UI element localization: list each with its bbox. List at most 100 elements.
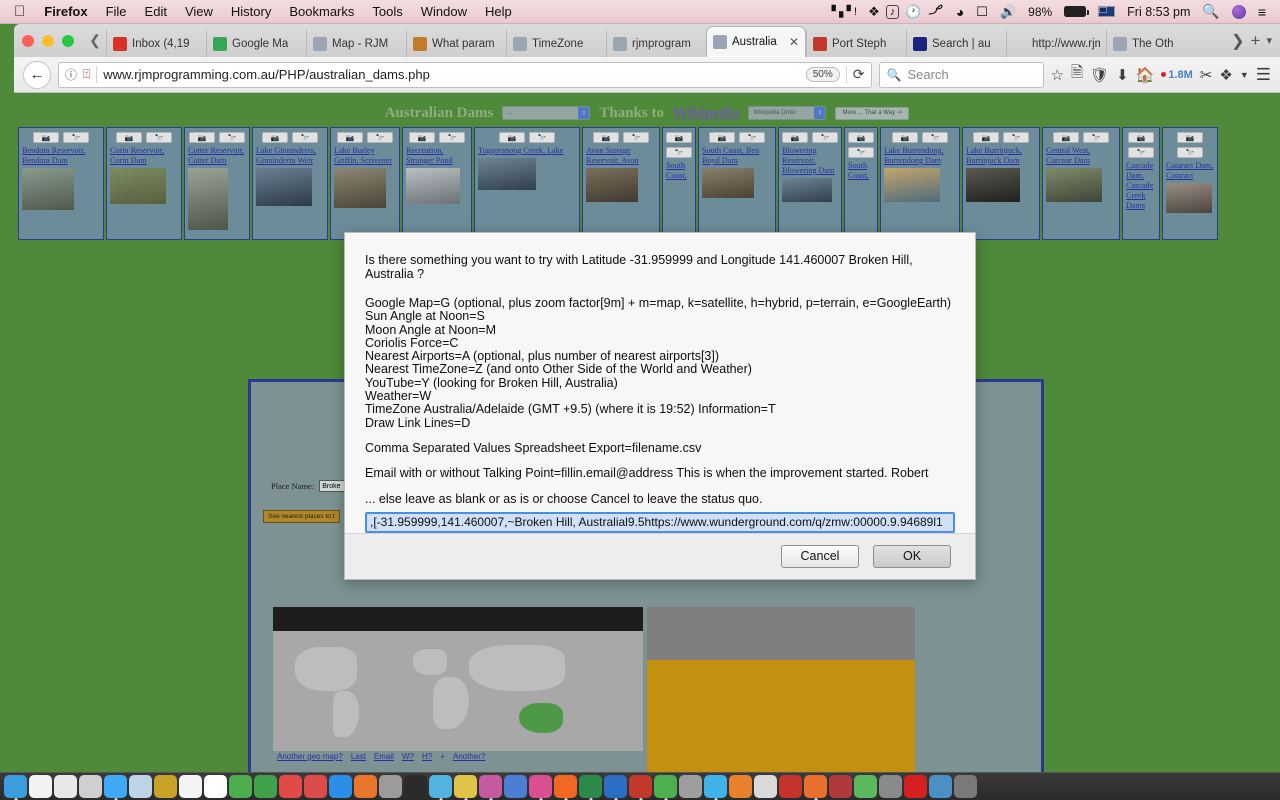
browser-tab-2[interactable]: Map - RJM — [306, 30, 406, 57]
apple-logo-icon[interactable]:  — [8, 4, 35, 19]
timemachine-icon[interactable]: 🕐 — [899, 4, 927, 20]
search-input[interactable]: Search — [907, 67, 948, 82]
camera-icon[interactable]: 📷 — [973, 132, 999, 143]
binoculars-icon[interactable]: 🔭 — [146, 132, 172, 143]
menubar-clock[interactable]: Fri 8:53 pm — [1121, 5, 1196, 19]
prompt-input[interactable] — [365, 511, 955, 533]
music-icon[interactable] — [529, 775, 552, 798]
safari-icon[interactable] — [104, 775, 127, 798]
australia-flag-icon[interactable] — [1092, 6, 1121, 17]
binoculars-icon[interactable]: 🔭 — [1177, 147, 1203, 158]
camera-icon[interactable]: 📷 — [499, 132, 525, 143]
dam-thumbnail[interactable] — [782, 178, 832, 202]
binoculars-icon[interactable]: 🔭 — [623, 132, 649, 143]
order-select[interactable]: Wikipedia Order ↕ — [748, 106, 827, 120]
bookmark-star-icon[interactable]: ☆ — [1051, 66, 1064, 84]
itunes-icon[interactable] — [379, 775, 402, 798]
help-icon[interactable] — [879, 775, 902, 798]
camera-icon[interactable]: 📷 — [666, 132, 692, 143]
home-icon[interactable]: 🏠 — [1136, 66, 1155, 84]
dam-card-link[interactable]: Recreation, Stranger Pond — [406, 146, 468, 166]
camera-icon[interactable]: 📷 — [1177, 132, 1203, 143]
camera-icon[interactable]: 📷 — [116, 132, 142, 143]
siri-icon[interactable] — [1226, 4, 1252, 19]
textedit-icon[interactable] — [29, 775, 52, 798]
dam-thumbnail[interactable] — [586, 168, 638, 202]
dam-card-link[interactable]: Lake Burley Griffin, Scrivener — [334, 146, 396, 166]
cancel-button[interactable]: Cancel — [781, 544, 859, 568]
geo-link-5[interactable]: + — [440, 752, 445, 761]
new-tab-button[interactable]: + — [1251, 31, 1261, 51]
dam-thumbnail[interactable] — [406, 168, 460, 204]
reader-icon[interactable] — [779, 775, 802, 798]
android-studio-icon[interactable] — [854, 775, 877, 798]
dam-card-link[interactable]: Lake Burrendong, Burrendong Dam — [884, 146, 956, 166]
url-text[interactable]: www.rjmprogramming.com.au/PHP/australian… — [103, 67, 430, 82]
reload-button[interactable]: ⟳ — [853, 66, 865, 83]
geo-link-0[interactable]: Another geo map? — [277, 752, 343, 761]
dam-thumbnail[interactable] — [22, 168, 74, 210]
preview-icon[interactable] — [129, 775, 152, 798]
reader-view-icon[interactable]: 🗎 — [1071, 62, 1083, 87]
downloads-arrow-icon[interactable]: ⬇ — [1116, 66, 1129, 84]
menu-item-bookmarks[interactable]: Bookmarks — [280, 4, 363, 19]
camera-icon[interactable]: 📷 — [409, 132, 435, 143]
dam-card[interactable]: 📷 🔭 Avon Storage Reservoir, Avon — [582, 127, 660, 240]
dropbox-icon[interactable]: ❖ — [862, 4, 886, 20]
finder-icon[interactable] — [4, 775, 27, 798]
battery-icon[interactable] — [1058, 6, 1092, 17]
binoculars-icon[interactable]: 🔭 — [292, 132, 318, 143]
dam-thumbnail[interactable] — [884, 168, 940, 202]
back-button[interactable]: ← — [23, 60, 51, 89]
binoculars-icon[interactable]: 🔭 — [63, 132, 89, 143]
firefox-icon[interactable] — [804, 775, 827, 798]
avast-icon[interactable] — [554, 775, 577, 798]
question-icon[interactable] — [954, 775, 977, 798]
dam-card[interactable]: 📷 🔭 Cataract Dam, Cataract — [1162, 127, 1218, 240]
terminal-icon[interactable] — [404, 775, 427, 798]
browser-tab-5[interactable]: rjmprogram — [606, 30, 706, 57]
camera-icon[interactable]: 📷 — [892, 132, 918, 143]
url-bar[interactable]: ⓘ ⍐ www.rjmprogramming.com.au/PHP/austra… — [58, 61, 872, 88]
bluetooth-icon[interactable]: 𐋲 — [927, 1, 949, 23]
binoculars-icon[interactable]: 🔭 — [219, 132, 245, 143]
camera-icon[interactable]: 📷 — [1053, 132, 1079, 143]
geo-link-4[interactable]: H? — [422, 752, 432, 761]
camera-icon[interactable]: 📷 — [189, 132, 215, 143]
safari-compass-icon[interactable] — [79, 775, 102, 798]
launchpad-icon[interactable] — [304, 775, 327, 798]
close-icon[interactable]: ✕ — [789, 35, 799, 49]
geo-link-1[interactable]: Last — [351, 752, 366, 761]
camera-icon[interactable]: 📷 — [709, 132, 735, 143]
tracking-protection-icon[interactable]: ⍐ — [83, 67, 90, 82]
dam-card-link[interactable]: Bendora Reservoir, Bendora Dam — [22, 146, 100, 166]
dam-card[interactable]: 📷 🔭 Cascade Dam, Cascade Creek Dams — [1122, 127, 1160, 240]
signal-icon[interactable]: ▘▖▘! — [826, 5, 862, 18]
dam-card-link[interactable]: Cascade Dam, Cascade Creek Dams — [1126, 161, 1156, 211]
camera-icon[interactable]: 📷 — [33, 132, 59, 143]
binoculars-icon[interactable]: 🔭 — [1083, 132, 1109, 143]
calendar-icon[interactable] — [204, 775, 227, 798]
menu-item-file[interactable]: File — [97, 4, 136, 19]
binoculars-icon[interactable]: 🔭 — [922, 132, 948, 143]
editor-icon[interactable] — [504, 775, 527, 798]
dam-card-link[interactable]: Cataract Dam, Cataract — [1166, 161, 1214, 181]
scroll-tabs-right-button[interactable]: ❯ — [1231, 31, 1244, 51]
word-icon[interactable] — [604, 775, 627, 798]
opera-icon[interactable] — [904, 775, 927, 798]
virtualbox-icon[interactable] — [929, 775, 952, 798]
dam-card[interactable]: 📷 🔭 South Coast, — [844, 127, 878, 240]
binoculars-icon[interactable]: 🔭 — [529, 132, 555, 143]
dam-card[interactable]: 📷 🔭 Lake Ginninderra, Ginninderra Weir — [252, 127, 328, 240]
browser-tab-7[interactable]: Port Steph — [806, 30, 906, 57]
menu-item-help[interactable]: Help — [476, 4, 521, 19]
filezilla-icon[interactable] — [629, 775, 652, 798]
dam-card[interactable]: 📷 🔭 Corin Reservoir, Corin Dam — [106, 127, 182, 240]
dam-thumbnail[interactable] — [110, 168, 166, 204]
vlc-icon[interactable] — [729, 775, 752, 798]
dam-card-link[interactable]: Tuggeranong Creek, Lake — [478, 146, 576, 156]
camera-icon[interactable]: 📷 — [782, 132, 808, 143]
dam-card-link[interactable]: Corin Reservoir, Corin Dam — [110, 146, 178, 166]
menu-item-firefox[interactable]: Firefox — [35, 4, 96, 19]
dam-card[interactable]: 📷 🔭 Tuggeranong Creek, Lake — [474, 127, 580, 240]
